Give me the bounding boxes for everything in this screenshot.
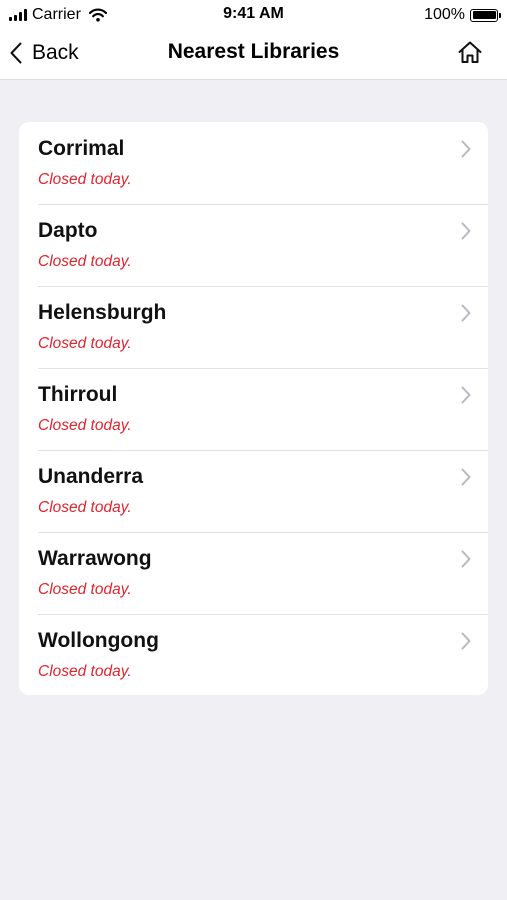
- libraries-list: Corrimal Closed today. Dapto Closed today. H…: [19, 122, 488, 695]
- library-status: Closed today.: [38, 663, 132, 680]
- library-item-dapto[interactable]: Dapto Closed today.: [19, 204, 488, 286]
- page-title: Nearest Libraries: [167, 40, 340, 63]
- library-status: Closed today.: [38, 581, 132, 598]
- library-item-unanderra[interactable]: Unanderra Closed today.: [19, 450, 488, 532]
- chevron-right-icon: [461, 468, 471, 486]
- library-name: Wollongong: [38, 629, 159, 652]
- library-name: Unanderra: [38, 465, 144, 488]
- chevron-right-icon: [461, 222, 471, 240]
- header: Carrier 9:41 AM 100% Back Nearest Librar…: [0, 0, 507, 80]
- library-item-thirroul[interactable]: Thirroul Closed today.: [19, 368, 488, 450]
- status-bar: Carrier 9:41 AM 100%: [0, 0, 507, 30]
- chevron-right-icon: [461, 304, 471, 322]
- library-status: Closed today.: [38, 253, 132, 270]
- library-item-corrimal[interactable]: Corrimal Closed today.: [19, 122, 488, 204]
- library-status: Closed today.: [38, 499, 132, 516]
- chevron-right-icon: [461, 632, 471, 650]
- home-icon: [458, 41, 482, 63]
- library-name: Dapto: [38, 219, 98, 242]
- library-item-wollongong[interactable]: Wollongong Closed today.: [19, 614, 488, 695]
- battery-icon: [470, 8, 501, 22]
- home-button[interactable]: [457, 40, 483, 66]
- library-status: Closed today.: [38, 335, 132, 352]
- battery-percent: 100%: [424, 6, 465, 23]
- library-name: Helensburgh: [38, 301, 167, 324]
- library-status: Closed today.: [38, 171, 132, 188]
- nav-bar: Back Nearest Libraries: [0, 30, 507, 76]
- status-right: 100%: [424, 5, 501, 25]
- library-name: Warrawong: [38, 547, 152, 570]
- chevron-right-icon: [461, 386, 471, 404]
- library-item-warrawong[interactable]: Warrawong Closed today.: [19, 532, 488, 614]
- library-name: Corrimal: [38, 137, 125, 160]
- chevron-right-icon: [461, 550, 471, 568]
- library-status: Closed today.: [38, 417, 132, 434]
- chevron-right-icon: [461, 140, 471, 158]
- library-item-helensburgh[interactable]: Helensburgh Closed today.: [19, 286, 488, 368]
- library-name: Thirroul: [38, 383, 118, 406]
